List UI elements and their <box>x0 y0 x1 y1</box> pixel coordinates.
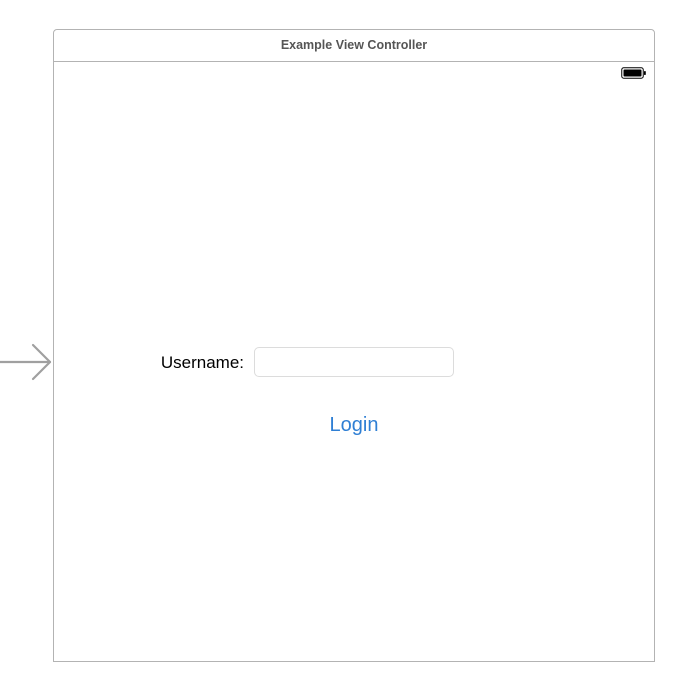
root-view[interactable]: Username: Login <box>54 62 654 661</box>
scene-title-bar[interactable]: Example View Controller <box>54 30 654 62</box>
view-controller-scene[interactable]: Example View Controller Username: Login <box>53 29 655 662</box>
scene-title: Example View Controller <box>280 38 428 52</box>
username-label: Username: <box>160 353 244 372</box>
entry-point-arrow-icon[interactable] <box>0 343 56 381</box>
login-button[interactable]: Login <box>304 408 404 442</box>
username-input[interactable] <box>254 347 454 377</box>
battery-full-icon <box>621 67 646 79</box>
storyboard-canvas: Example View Controller Username: Login <box>0 0 694 694</box>
